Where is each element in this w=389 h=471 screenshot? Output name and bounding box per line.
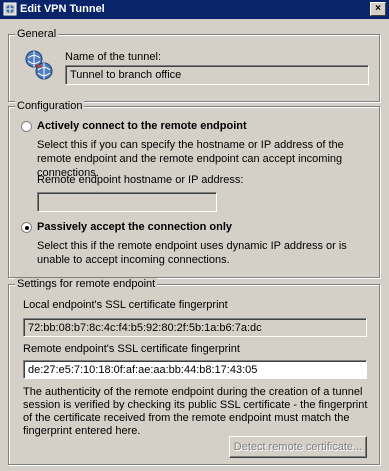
vpn-tunnel-icon: [3, 2, 17, 16]
passive-accept-label[interactable]: Passively accept the connection only: [37, 221, 232, 233]
active-connect-radio[interactable]: [21, 121, 32, 132]
detect-remote-certificate-button[interactable]: Detect remote certificate...: [229, 436, 367, 458]
configuration-group: Configuration Actively connect to the re…: [8, 100, 380, 278]
local-fingerprint-label: Local endpoint's SSL certificate fingerp…: [23, 299, 228, 311]
dialog-body: General Name of the tunnel: Tunnel to br…: [0, 19, 389, 471]
window-title: Edit VPN Tunnel: [20, 3, 105, 15]
remote-settings-group: Settings for remote endpoint Local endpo…: [8, 278, 380, 465]
remote-fingerprint-label: Remote endpoint's SSL certificate finger…: [23, 343, 240, 355]
passive-accept-description: Select this if the remote endpoint uses …: [37, 240, 347, 266]
tunnel-name-label: Name of the tunnel:: [65, 51, 162, 63]
general-group-label: General: [15, 28, 59, 40]
general-group: General Name of the tunnel: Tunnel to br…: [8, 28, 380, 102]
remote-fingerprint-field[interactable]: de:27:e5:7:10:18:0f:af:ae:aa:bb:44:b8:17…: [23, 360, 367, 379]
close-button[interactable]: ×: [370, 2, 386, 16]
hostname-field[interactable]: [37, 192, 217, 212]
tunnel-name-field[interactable]: Tunnel to branch office: [65, 65, 369, 85]
fingerprint-note: The authenticity of the remote endpoint …: [23, 386, 368, 437]
hostname-label: Remote endpoint hostname or IP address:: [37, 174, 244, 186]
local-fingerprint-field[interactable]: 72:bb:08:b7:8c:4c:f4:b5:92:80:2f:5b:1a:b…: [23, 318, 367, 337]
active-connect-label[interactable]: Actively connect to the remote endpoint: [37, 120, 247, 132]
passive-accept-radio[interactable]: [21, 222, 32, 233]
remote-settings-group-label: Settings for remote endpoint: [15, 278, 158, 290]
vpn-tunnel-icon: [25, 50, 53, 80]
configuration-group-label: Configuration: [15, 100, 85, 112]
title-bar[interactable]: Edit VPN Tunnel ×: [0, 0, 389, 19]
